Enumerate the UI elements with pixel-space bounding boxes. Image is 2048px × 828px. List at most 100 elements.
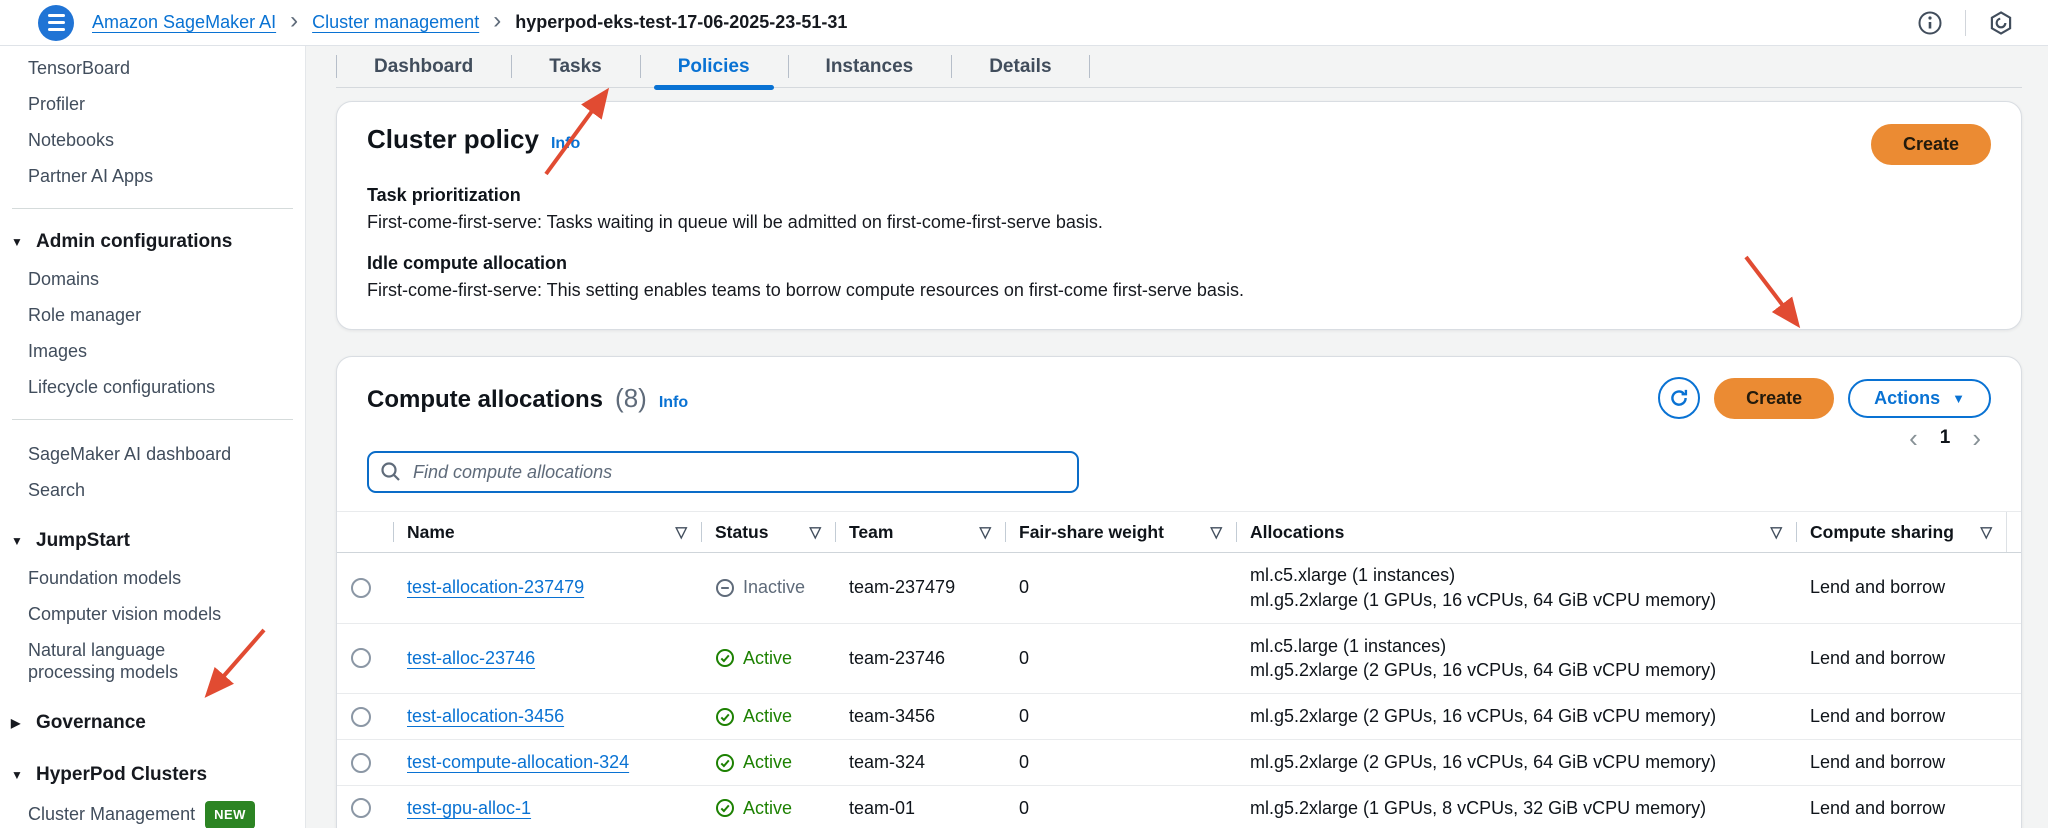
cluster-policy-info-link[interactable]: Info [551,135,580,153]
compute-sharing-cell: Lend and borrow [1796,798,2006,819]
sidebar-section-label: Governance [36,712,146,734]
idle-compute-allocation-label: Idle compute allocation [367,253,1991,274]
sidebar-item-partner-ai-apps[interactable]: Partner AI Apps [0,158,305,194]
column-header-fair-share-weight: Fair-share weight▽ [1005,512,1236,552]
breadcrumb-current-cluster: hyperpod-eks-test-17-06-2025-23-51-31 [515,12,847,33]
row-radio[interactable] [351,798,371,818]
hexagon-icon[interactable] [1988,10,2014,36]
breadcrumb-cluster-management[interactable]: Cluster management [312,12,479,33]
filter-icon[interactable]: ▽ [799,523,821,541]
status-badge: Active [715,648,821,669]
table-row: test-compute-allocation-324 Active team-… [337,740,2021,786]
row-radio[interactable] [351,753,371,773]
sidebar-item-sagemaker-dashboard[interactable]: SageMaker AI dashboard [0,436,305,472]
allocation-link[interactable]: test-compute-allocation-324 [407,752,629,772]
menu-icon[interactable] [38,5,74,41]
filter-icon[interactable]: ▽ [969,523,991,541]
chevron-down-icon: ▼ [1952,391,1965,406]
chevron-expanded-icon: ▼ [11,235,25,249]
topbar-divider [1965,10,1966,36]
sidebar-item-notebooks[interactable]: Notebooks [0,122,305,158]
filter-icon[interactable]: ▽ [1760,523,1782,541]
inactive-icon [715,578,735,598]
pagination: ‹ 1 › [337,419,2021,451]
allocations-cell: ml.c5.xlarge (1 instances) ml.g5.2xlarge… [1236,563,1796,613]
pagination-prev-icon[interactable]: ‹ [1909,425,1918,451]
sidebar-item-nlp-models[interactable]: Natural language processing models [0,632,280,690]
active-check-icon [715,753,735,773]
sidebar-item-images[interactable]: Images [0,333,305,369]
row-radio[interactable] [351,578,371,598]
chevron-expanded-icon: ▼ [11,768,25,782]
breadcrumb-sagemaker[interactable]: Amazon SageMaker AI [92,12,276,33]
cluster-policy-create-button[interactable]: Create [1871,124,1991,165]
status-badge: Active [715,706,821,727]
pagination-next-icon[interactable]: › [1972,425,1981,451]
actions-dropdown-button[interactable]: Actions ▼ [1848,379,1991,418]
pagination-page-1[interactable]: 1 [1940,427,1951,449]
sidebar-item-lifecycle-configurations[interactable]: Lifecycle configurations [0,369,305,405]
refresh-icon [1668,387,1690,409]
compute-allocations-count: (8) [615,383,647,414]
sidebar-item-cluster-management[interactable]: Cluster ManagementNEW [0,794,305,828]
search-icon [380,461,401,482]
allocations-cell: ml.g5.2xlarge (1 GPUs, 8 vCPUs, 32 GiB v… [1236,796,1796,821]
info-icon[interactable] [1917,10,1943,36]
sagemaker-cluster-management-screen: Amazon SageMaker AI › Cluster management… [0,0,2048,828]
filter-icon[interactable]: ▽ [1970,523,1992,541]
sidebar-item-foundation-models[interactable]: Foundation models [0,560,305,596]
team-cell: team-237479 [835,577,1005,598]
tab-policies[interactable]: Policies [640,46,788,87]
sidebar-item-search[interactable]: Search [0,472,305,508]
table-row: test-allocation-237479 Inactive team-237… [337,553,2021,624]
breadcrumb-separator-icon: › [290,9,298,33]
team-cell: team-324 [835,752,1005,773]
allocation-link[interactable]: test-allocation-3456 [407,706,564,726]
team-cell: team-3456 [835,706,1005,727]
sidebar-section-jumpstart[interactable]: ▼ JumpStart [0,522,305,560]
weight-cell: 0 [1005,752,1236,773]
refresh-button[interactable] [1658,377,1700,419]
tab-instances[interactable]: Instances [788,46,952,87]
tab-details[interactable]: Details [951,46,1089,87]
filter-icon[interactable]: ▽ [665,523,687,541]
filter-icon[interactable]: ▽ [1200,523,1222,541]
topbar-right-icons [1917,10,2014,36]
search-input[interactable] [367,451,1079,493]
sidebar-section-label: Admin configurations [36,231,232,253]
sidebar-item-computer-vision-models[interactable]: Computer vision models [0,596,305,632]
status-badge: Active [715,752,821,773]
table-row: test-gpu-alloc-1 Active team-01 0 ml.g5.… [337,786,2021,828]
sidebar-item-role-manager[interactable]: Role manager [0,297,305,333]
team-cell: team-23746 [835,648,1005,669]
compute-allocations-title: Compute allocations [367,386,603,414]
compute-sharing-cell: Lend and borrow [1796,577,2006,598]
tab-dashboard[interactable]: Dashboard [336,46,511,87]
sidebar-section-admin-configurations[interactable]: ▼ Admin configurations [0,223,305,261]
chevron-collapsed-icon: ▶ [11,716,25,730]
tab-tasks[interactable]: Tasks [511,46,639,87]
compute-allocations-card: Compute allocations (8) Info Create [336,356,2022,828]
column-header-status: Status▽ [701,512,835,552]
sidebar-divider [12,208,293,209]
compute-allocations-info-link[interactable]: Info [659,394,688,412]
tab-bar: Dashboard Tasks Policies Instances Detai… [336,46,2022,88]
row-radio[interactable] [351,707,371,727]
weight-cell: 0 [1005,577,1236,598]
weight-cell: 0 [1005,798,1236,819]
sidebar-section-label: HyperPod Clusters [36,764,207,786]
compute-allocations-create-button[interactable]: Create [1714,378,1834,419]
sidebar-item-profiler[interactable]: Profiler [0,86,305,122]
row-radio[interactable] [351,648,371,668]
sidebar-item-tensorboard[interactable]: TensorBoard [0,50,305,86]
active-check-icon [715,648,735,668]
team-cell: team-01 [835,798,1005,819]
allocation-link[interactable]: test-allocation-237479 [407,577,584,597]
sidebar-section-hyperpod-clusters[interactable]: ▼ HyperPod Clusters [0,756,305,794]
sidebar-section-governance[interactable]: ▶ Governance [0,704,305,742]
column-header-allocations: Allocations▽ [1236,512,1796,552]
column-header-compute-sharing: Compute sharing▽ [1796,512,2006,552]
allocation-link[interactable]: test-gpu-alloc-1 [407,798,531,818]
sidebar-item-domains[interactable]: Domains [0,261,305,297]
allocation-link[interactable]: test-alloc-23746 [407,648,535,668]
